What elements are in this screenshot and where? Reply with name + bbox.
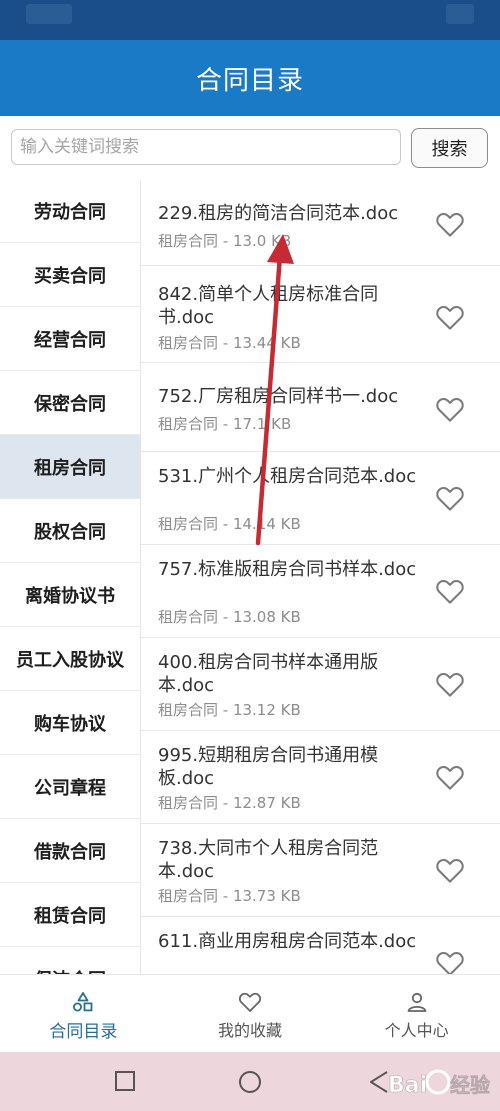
category-item-sale[interactable]: 买卖合同: [0, 243, 140, 307]
category-item-cleaning[interactable]: 保洁合同: [0, 947, 140, 975]
document-meta: 租房合同 - 12.87 KB: [158, 794, 301, 812]
system-navigation-bar: Bai 经验: [0, 1052, 500, 1111]
document-meta: 租房合同 - 17.1 KB: [158, 415, 292, 433]
document-title: 611.商业用房租房合同范本.doc: [158, 931, 417, 952]
tab-my-favorites[interactable]: 我的收藏: [167, 975, 334, 1052]
document-meta: 租房合同 - 13.08 KB: [158, 608, 301, 626]
document-meta: 租房合同 - 13.44 KB: [158, 334, 301, 352]
category-item-divorce[interactable]: 离婚协议书: [0, 563, 140, 627]
document-list[interactable]: 229.租房的简洁合同范本.doc 租房合同 - 13.0 KB 842.简单个…: [141, 180, 500, 974]
favorite-heart-icon[interactable]: [435, 484, 465, 512]
recent-apps-square-icon[interactable]: [114, 1070, 136, 1092]
list-item[interactable]: 752.厂房租房合同样书一.doc 租房合同 - 17.1 KB: [141, 363, 500, 452]
tab-label: 合同目录: [49, 1022, 118, 1042]
category-item-loan[interactable]: 借款合同: [0, 819, 140, 883]
category-sidebar[interactable]: 劳动合同 买卖合同 经营合同 保密合同 租房合同 股权合同 离婚协议书 员工入股…: [0, 180, 141, 974]
document-title: 757.标准版租房合同书样本.doc: [158, 559, 417, 580]
tab-label: 个人中心: [384, 1021, 449, 1040]
document-meta: 租房合同 - 13.73 KB: [158, 887, 301, 905]
search-row: 搜索: [0, 116, 500, 180]
list-item[interactable]: 738.大同市个人租房合同范本.doc 租房合同 - 13.73 KB: [141, 824, 500, 917]
home-circle-icon[interactable]: [238, 1070, 262, 1094]
document-title: 531.广州个人租房合同范本.doc: [158, 466, 417, 487]
list-item[interactable]: 995.短期租房合同书通用模板.doc 租房合同 - 12.87 KB: [141, 731, 500, 824]
status-bar: [0, 0, 500, 40]
category-item-business[interactable]: 经营合同: [0, 307, 140, 371]
list-item[interactable]: 400.租房合同书样本通用版本.doc 租房合同 - 13.12 KB: [141, 638, 500, 731]
category-item-labor[interactable]: 劳动合同: [0, 180, 140, 243]
search-button[interactable]: 搜索: [411, 128, 488, 168]
document-meta: 租房合同 - 13.12 KB: [158, 701, 301, 719]
favorite-heart-icon[interactable]: [435, 577, 465, 605]
favorite-heart-icon[interactable]: [435, 670, 465, 698]
document-meta: 租房合同 - 13.0 KB: [158, 232, 292, 250]
back-triangle-icon[interactable]: [368, 1070, 390, 1094]
category-item-equity[interactable]: 股权合同: [0, 499, 140, 563]
list-item[interactable]: 611.商业用房租房合同范本.doc: [141, 917, 500, 974]
favorite-heart-icon[interactable]: [435, 210, 465, 238]
svg-text:经验: 经验: [450, 1073, 490, 1097]
list-item[interactable]: 229.租房的简洁合同范本.doc 租房合同 - 13.0 KB: [141, 180, 500, 266]
tab-label: 我的收藏: [218, 1021, 283, 1040]
person-icon: [407, 992, 427, 1012]
document-title: 842.简单个人租房标准合同书.doc: [158, 284, 379, 328]
page-title: 合同目录: [195, 65, 304, 96]
category-item-confidentiality[interactable]: 保密合同: [0, 371, 140, 435]
category-item-employee-shares[interactable]: 员工入股协议: [0, 627, 140, 691]
heart-icon: [238, 992, 262, 1012]
favorite-heart-icon[interactable]: [435, 395, 465, 423]
tab-contract-catalog[interactable]: 合同目录: [0, 975, 167, 1052]
category-item-company-charter[interactable]: 公司章程: [0, 755, 140, 819]
shapes-icon: [73, 992, 93, 1012]
search-input[interactable]: [11, 129, 401, 165]
svg-text:Bai: Bai: [388, 1073, 427, 1098]
list-item[interactable]: 842.简单个人租房标准合同书.doc 租房合同 - 13.44 KB: [141, 266, 500, 363]
status-bar-left-block: [26, 4, 72, 24]
document-title: 229.租房的简洁合同范本.doc: [158, 203, 399, 224]
baidu-jingyan-watermark-logo: Bai 经验: [388, 1069, 490, 1098]
status-bar-right-block: [446, 4, 474, 24]
app-bar: 合同目录: [0, 40, 500, 116]
category-item-rental-selected[interactable]: 租房合同: [0, 435, 140, 499]
bottom-nav: 合同目录 我的收藏 个人中心: [0, 974, 500, 1052]
favorite-heart-icon[interactable]: [435, 856, 465, 884]
document-title: 752.厂房租房合同样书一.doc: [158, 386, 399, 407]
favorite-heart-icon[interactable]: [435, 763, 465, 791]
tab-personal-center[interactable]: 个人中心: [333, 975, 500, 1052]
list-item[interactable]: 531.广州个人租房合同范本.doc 租房合同 - 14.14 KB: [141, 452, 500, 545]
category-item-car-purchase[interactable]: 购车协议: [0, 691, 140, 755]
document-meta: 租房合同 - 14.14 KB: [158, 515, 301, 533]
document-title: 738.大同市个人租房合同范本.doc: [158, 838, 379, 882]
category-item-lease[interactable]: 租赁合同: [0, 883, 140, 947]
favorite-heart-icon[interactable]: [435, 303, 465, 331]
document-title: 400.租房合同书样本通用版本.doc: [158, 652, 379, 696]
document-title: 995.短期租房合同书通用模板.doc: [158, 745, 379, 789]
list-item[interactable]: 757.标准版租房合同书样本.doc 租房合同 - 13.08 KB: [141, 545, 500, 638]
favorite-heart-icon[interactable]: [435, 949, 465, 974]
